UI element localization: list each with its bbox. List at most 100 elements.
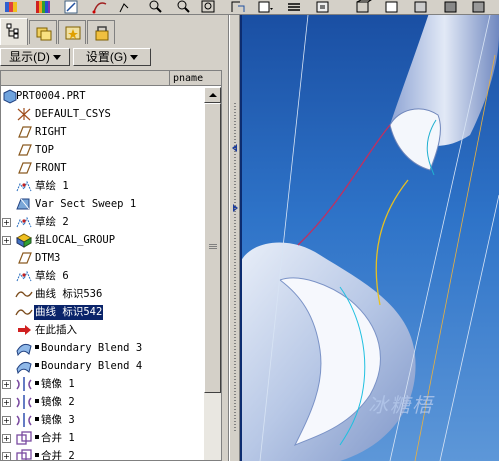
tree-item[interactable]: RIGHT xyxy=(1,123,204,141)
tree-root-item[interactable]: PRT0004.PRT xyxy=(1,87,204,105)
expand-toggle-icon[interactable]: + xyxy=(2,416,11,425)
tree-item-label: RIGHT xyxy=(35,126,67,138)
display-menu-label: 显示(D) xyxy=(9,50,50,64)
tree-item[interactable]: DEFAULT_CSYS xyxy=(1,105,204,123)
expand-toggle-icon[interactable]: + xyxy=(2,236,11,245)
model-tree-icon xyxy=(6,23,19,39)
tree-item[interactable]: + 镜像 3 xyxy=(1,411,204,429)
tree-item[interactable]: Boundary Blend 4 xyxy=(1,357,204,375)
datum-plane-icon xyxy=(15,142,33,158)
sketch-icon xyxy=(15,214,33,230)
display-style-icon[interactable] xyxy=(442,0,460,14)
navigator-panel: 显示(D) 设置(G) pname PRT0004.PRT DEFAULT_CSY… xyxy=(0,15,229,461)
favorites-icon xyxy=(65,26,81,40)
watermark-text: 冰糖梧 xyxy=(368,393,434,417)
folder-icon xyxy=(36,27,52,41)
status-mark-icon xyxy=(35,435,39,439)
curve-icon xyxy=(15,286,33,302)
tree-item[interactable]: + 组LOCAL_GROUP xyxy=(1,231,204,249)
tree-item-label: DEFAULT_CSYS xyxy=(35,108,111,120)
tree-item[interactable]: 草绘 6 xyxy=(1,267,204,285)
zoom-out-icon[interactable] xyxy=(174,0,192,14)
tree-item-label: 在此插入 xyxy=(35,324,77,336)
expand-toggle-icon[interactable]: + xyxy=(2,452,11,460)
tree-item[interactable]: FRONT xyxy=(1,159,204,177)
expand-toggle-icon[interactable]: + xyxy=(2,434,11,443)
mirror-icon xyxy=(15,376,33,392)
sketch-icon[interactable] xyxy=(63,0,81,14)
sketch-icon xyxy=(15,178,33,194)
tree-item[interactable]: DTM3 xyxy=(1,249,204,267)
vertical-scrollbar[interactable] xyxy=(204,87,221,460)
tree-rows: PRT0004.PRT DEFAULT_CSYS RIGHT TOP FRONT 草绘 1… xyxy=(1,87,204,460)
tree-item-label: Boundary Blend 3 xyxy=(34,341,143,356)
status-mark-icon xyxy=(35,363,39,367)
model-tree-tab[interactable] xyxy=(0,18,28,45)
expand-toggle-icon[interactable]: + xyxy=(2,380,11,389)
expand-toggle-icon[interactable]: + xyxy=(2,218,11,227)
tree-item-label: 草绘 2 xyxy=(35,216,69,228)
tree-item-label: 曲线 标识536 xyxy=(35,288,103,300)
splitter-grip xyxy=(234,103,236,433)
orient-icon[interactable] xyxy=(230,0,248,14)
tree-item-label: 曲线 标识542 xyxy=(34,305,104,320)
boundary-blend-icon xyxy=(15,340,33,356)
display-menu-button[interactable]: 显示(D) xyxy=(0,48,70,66)
model-tree: pname PRT0004.PRT DEFAULT_CSYS RIGHT TOP FRO… xyxy=(0,70,222,461)
status-mark-icon xyxy=(35,345,39,349)
group-icon xyxy=(15,232,33,248)
mirror-icon xyxy=(15,394,33,410)
csys-icon xyxy=(15,106,33,122)
view-manager-icon[interactable] xyxy=(314,0,332,14)
tree-item-label: 镜像 1 xyxy=(34,377,76,392)
graphics-viewport[interactable]: 冰糖梧 xyxy=(240,15,499,461)
tree-menu-row: 显示(D) 设置(G) xyxy=(0,47,229,67)
saved-views-icon[interactable] xyxy=(257,0,275,14)
tree-item-label: 合并 1 xyxy=(34,431,76,446)
chevron-down-icon xyxy=(52,55,61,61)
tree-item[interactable]: TOP xyxy=(1,141,204,159)
curve-icon[interactable] xyxy=(92,0,110,14)
expand-toggle-icon[interactable]: + xyxy=(2,398,11,407)
sketch-icon xyxy=(15,268,33,284)
scroll-up-button[interactable] xyxy=(204,87,221,103)
display-style-icon[interactable] xyxy=(383,0,401,14)
tree-item-label: 草绘 1 xyxy=(35,180,69,192)
tree-item[interactable]: + 镜像 2 xyxy=(1,393,204,411)
tree-item[interactable]: 曲线 标识542 xyxy=(1,303,204,321)
tree-item[interactable]: 在此插入 xyxy=(1,321,204,339)
panel-splitter[interactable] xyxy=(229,15,240,461)
tree-item-label: 镜像 3 xyxy=(34,413,76,428)
tree-item-label: PRT0004.PRT xyxy=(16,90,86,102)
folder-browser-tab[interactable] xyxy=(29,20,57,44)
settings-menu-button[interactable]: 设置(G) xyxy=(73,48,151,66)
chevron-down-icon xyxy=(130,55,139,61)
scroll-thumb[interactable] xyxy=(204,103,221,393)
connections-tab[interactable] xyxy=(87,20,115,44)
zoom-in-icon[interactable] xyxy=(146,0,164,14)
tree-header: pname xyxy=(1,71,221,86)
merge-icon xyxy=(15,430,33,446)
tree-item[interactable]: + 合并 1 xyxy=(1,429,204,447)
datum-plane-icon xyxy=(15,124,33,140)
tree-item[interactable]: Boundary Blend 3 xyxy=(1,339,204,357)
tree-item[interactable]: Var Sect Sweep 1 xyxy=(1,195,204,213)
tree-item[interactable]: + 合并 2 xyxy=(1,447,204,460)
tree-item[interactable]: + 镜像 1 xyxy=(1,375,204,393)
status-mark-icon xyxy=(35,453,39,457)
refit-icon[interactable] xyxy=(200,0,218,14)
layers-icon[interactable] xyxy=(286,0,304,14)
column-header-pname[interactable]: pname xyxy=(169,71,221,86)
status-mark-icon xyxy=(35,399,39,403)
tree-item[interactable]: 曲线 标识536 xyxy=(1,285,204,303)
color-icon[interactable] xyxy=(34,0,52,14)
favorites-tab[interactable] xyxy=(58,20,86,44)
display-style-icon[interactable] xyxy=(470,0,488,14)
tree-item[interactable]: 草绘 1 xyxy=(1,177,204,195)
display-style-icon[interactable] xyxy=(354,0,372,14)
tree-item[interactable]: + 草绘 2 xyxy=(1,213,204,231)
tree-item-label: DTM3 xyxy=(35,252,61,264)
palette-icon[interactable] xyxy=(2,0,20,14)
zoom-in-icon[interactable] xyxy=(118,0,136,14)
display-style-icon[interactable] xyxy=(412,0,430,14)
